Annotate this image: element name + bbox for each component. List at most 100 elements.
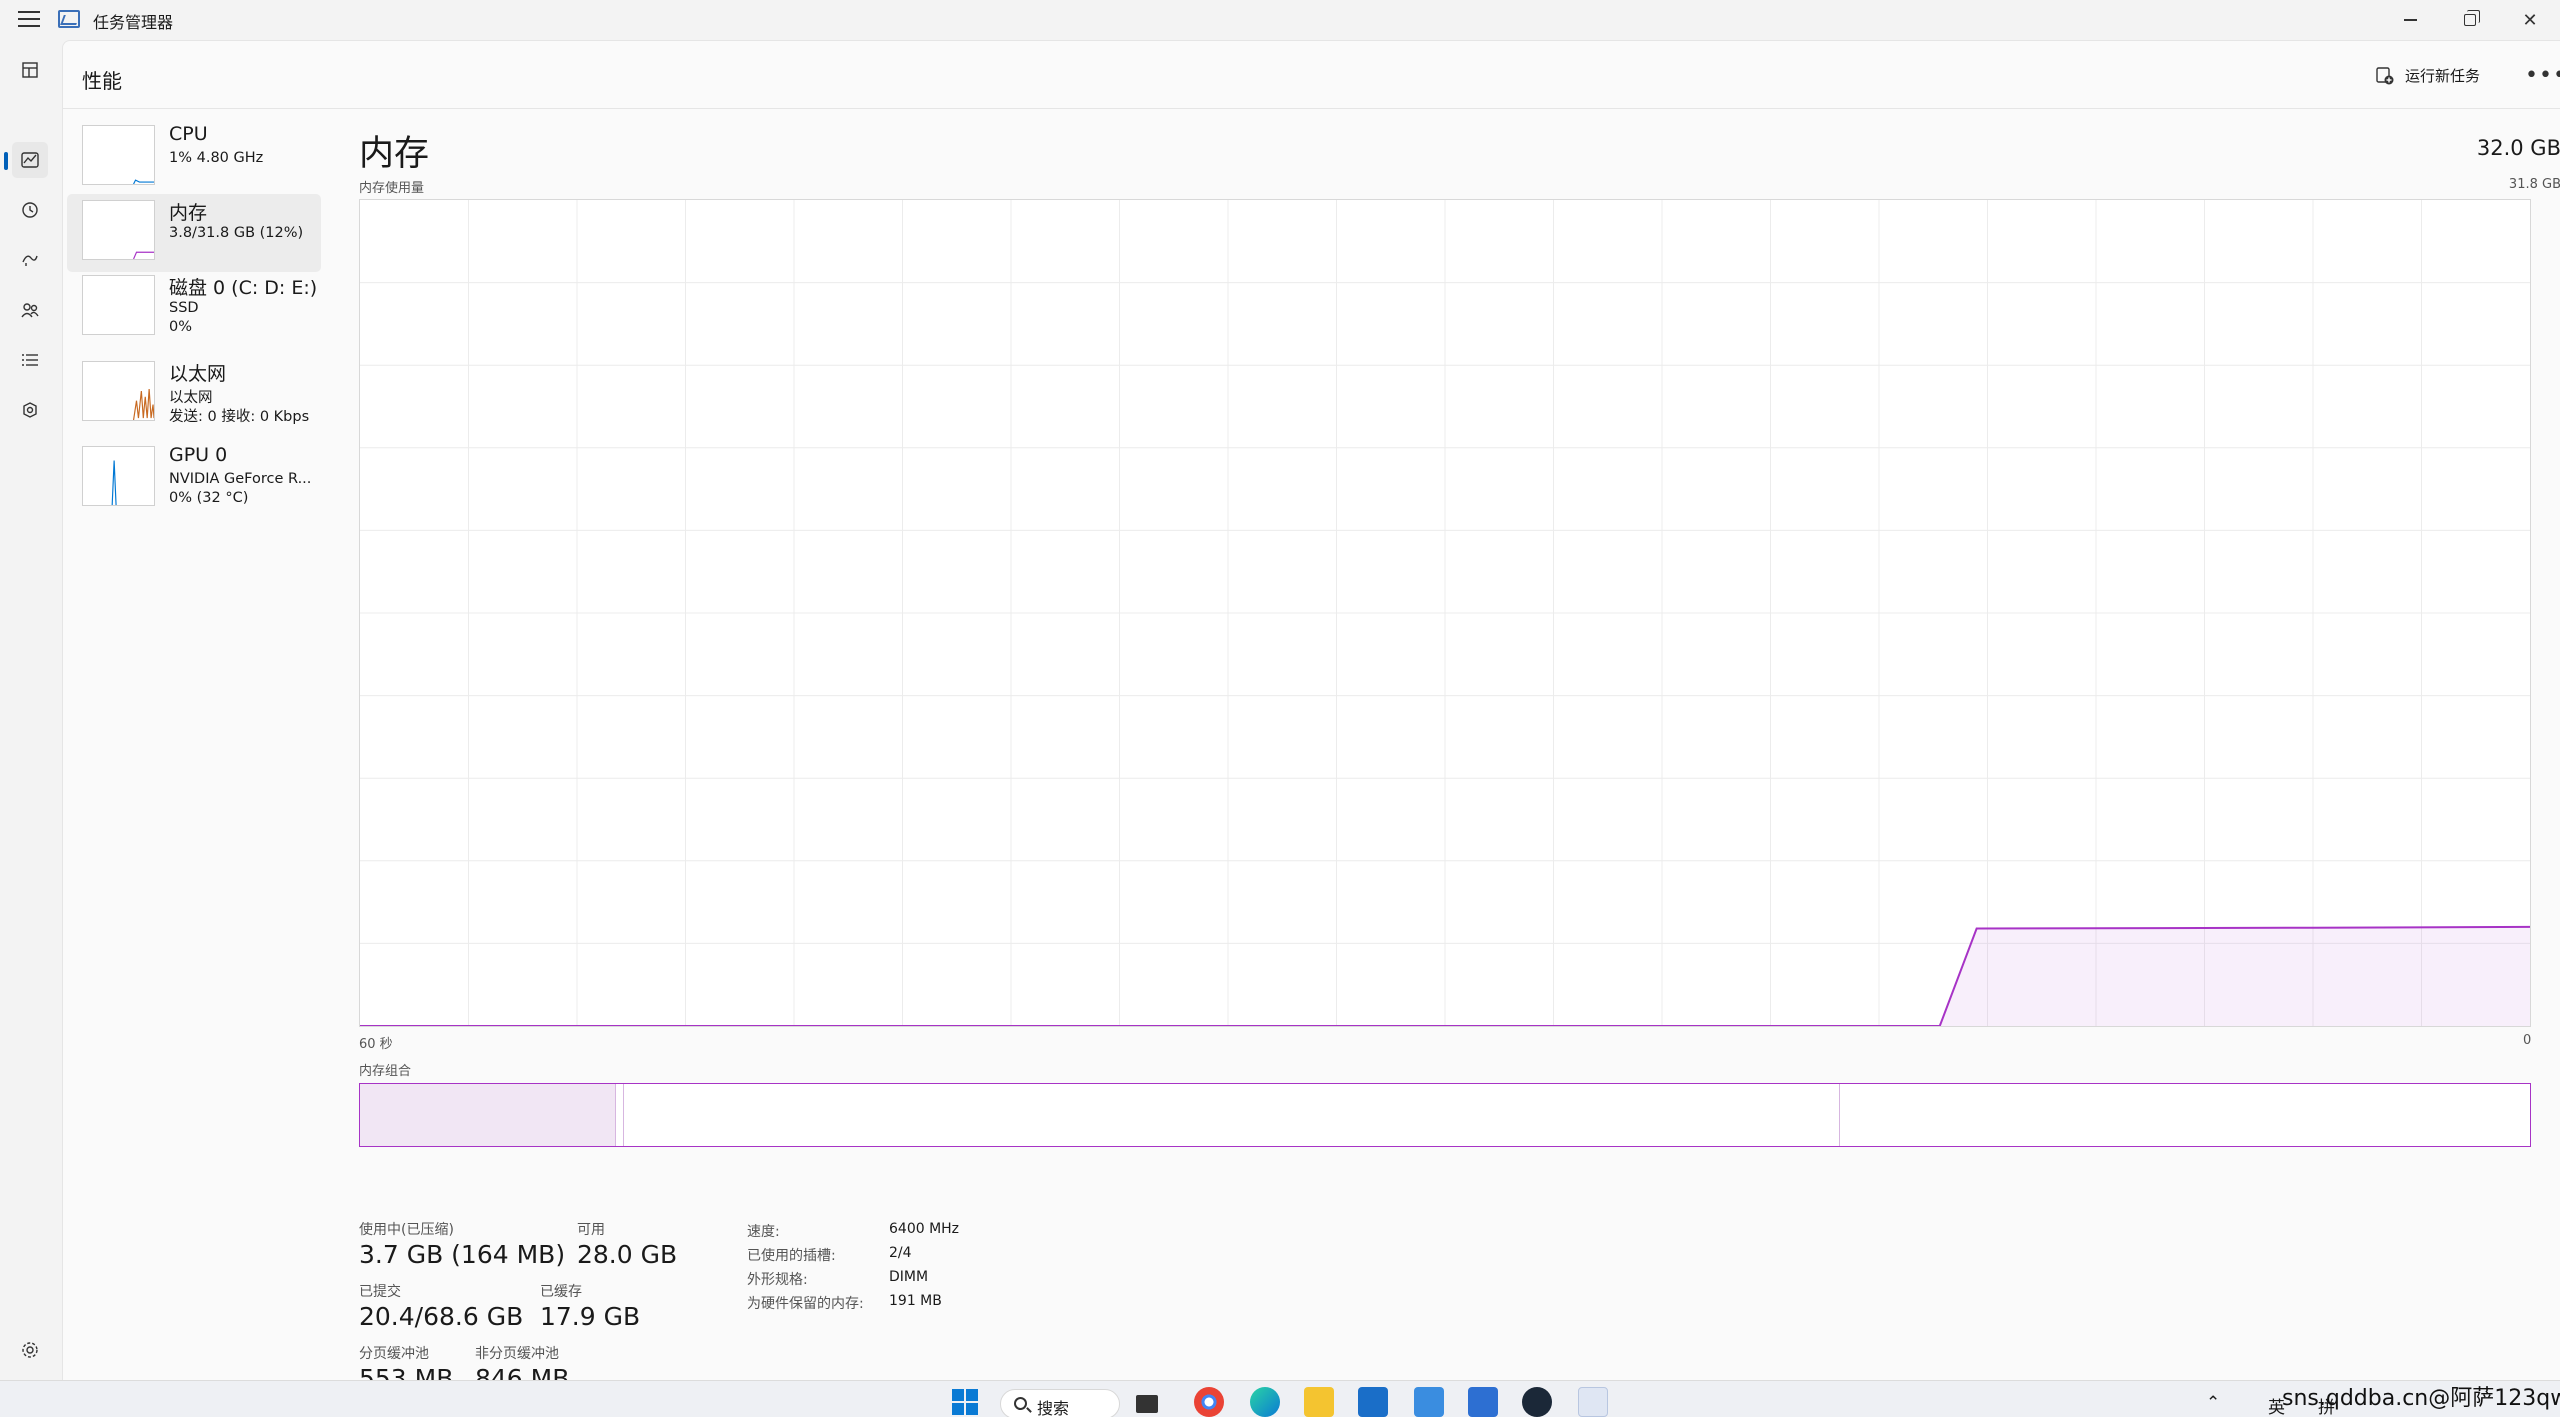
memory-thumbnail-graph xyxy=(82,200,155,260)
device-detail: 0% (32 °C) xyxy=(169,490,249,506)
close-button[interactable]: ✕ xyxy=(2500,0,2560,40)
window-title: 任务管理器 xyxy=(93,13,174,32)
page-title: 性能 xyxy=(82,69,122,93)
restore-button[interactable] xyxy=(2440,0,2500,40)
settings-icon xyxy=(22,1342,38,1358)
stat-available-label: 可用 xyxy=(577,1222,605,1238)
stat-available: 可用 28.0 GB xyxy=(577,1219,677,1269)
gpu-thumbnail-graph xyxy=(82,446,155,506)
nav-settings[interactable] xyxy=(12,1332,48,1368)
page-header: 性能 运行新任务 ••• xyxy=(63,41,2560,109)
close-icon: ✕ xyxy=(2522,9,2538,31)
stat-nonpaged-pool-label: 非分页缓冲池 xyxy=(475,1346,559,1362)
performance-icon xyxy=(21,152,39,168)
cpu-thumbnail-graph xyxy=(82,125,155,185)
device-detail: 发送: 0 接收: 0 Kbps xyxy=(169,409,310,425)
memory-composition-bar xyxy=(359,1083,2531,1147)
stat-committed-label: 已提交 xyxy=(359,1284,401,1300)
device-item-ethernet[interactable]: 以太网 以太网 发送: 0 接收: 0 Kbps xyxy=(67,355,321,433)
content-panel: 性能 运行新任务 ••• CPU 1% 4.80 GHz 内存 3.8/31.8… xyxy=(62,40,2560,1393)
chrome-icon[interactable] xyxy=(1194,1387,1224,1417)
nav-app-history[interactable] xyxy=(12,192,48,228)
windows-logo-icon xyxy=(952,1389,978,1415)
device-name: GPU 0 xyxy=(169,444,228,466)
nav-startup[interactable] xyxy=(12,241,48,277)
memory-composition-label: 内存组合 xyxy=(359,1064,412,1079)
task-manager-app-icon xyxy=(58,10,80,28)
store-icon[interactable] xyxy=(1358,1387,1388,1417)
steam-icon[interactable] xyxy=(1522,1387,1552,1417)
start-button[interactable] xyxy=(950,1387,980,1417)
stat-cached-label: 已缓存 xyxy=(540,1284,582,1300)
spec-value: DIMM xyxy=(889,1269,929,1285)
device-item-memory[interactable]: 内存 3.8/31.8 GB (12%) xyxy=(67,194,321,272)
edge-icon[interactable] xyxy=(1250,1387,1280,1417)
file-explorer-icon[interactable] xyxy=(1304,1387,1334,1417)
tray-chevron-icon[interactable]: ⌃ xyxy=(2206,1393,2220,1413)
spec-key: 速度: xyxy=(747,1224,780,1240)
memory-usage-graph-svg xyxy=(360,200,2530,1026)
device-detail: 1% 4.80 GHz xyxy=(169,150,264,166)
restore-icon xyxy=(2464,10,2480,26)
device-item-disk[interactable]: 磁盘 0 (C: D: E:) SSD 0% xyxy=(67,269,321,347)
pinned-app-icon[interactable] xyxy=(1414,1387,1444,1417)
memory-usage-max: 31.8 GB xyxy=(2508,177,2560,192)
spec-key: 已使用的插槽: xyxy=(747,1248,836,1264)
device-detail: NVIDIA GeForce R... xyxy=(169,471,312,487)
ethernet-thumbnail-graph xyxy=(82,361,155,421)
nav-users[interactable] xyxy=(12,292,48,328)
device-detail: 3.8/31.8 GB (12%) xyxy=(169,225,304,241)
nav-performance[interactable] xyxy=(12,142,48,178)
more-options-button[interactable]: ••• xyxy=(2525,63,2560,88)
memory-detail-pane: 内存 32.0 GB 内存使用量 31.8 GB 60 秒 0 内存组合 使用中… xyxy=(359,109,2560,1393)
watermark-text: sns.qddba.cn@阿萨123qwe xyxy=(2282,1386,2560,1411)
spec-key: 外形规格: xyxy=(747,1272,808,1288)
stat-committed-value: 20.4/68.6 GB xyxy=(359,1302,524,1331)
task-view-icon[interactable] xyxy=(1136,1395,1158,1413)
nav-processes[interactable] xyxy=(12,52,48,88)
device-detail: 以太网 xyxy=(169,390,213,406)
active-nav-indicator xyxy=(4,152,8,170)
taskbar-search-label: 搜索 xyxy=(1037,1399,1070,1417)
device-name: 内存 xyxy=(169,202,208,224)
pinned-app-icon[interactable] xyxy=(1468,1387,1498,1417)
run-new-task-button[interactable]: 运行新任务 xyxy=(2375,65,2480,86)
device-name: CPU xyxy=(169,123,208,145)
spec-value: 6400 MHz xyxy=(889,1221,960,1237)
title-bar: 任务管理器 ✕ xyxy=(0,0,2560,40)
nav-rail xyxy=(0,40,62,1380)
stat-in-use: 使用中(已压缩) 3.7 GB (164 MB) xyxy=(359,1219,565,1269)
stat-committed: 已提交 20.4/68.6 GB xyxy=(359,1281,523,1331)
app-history-icon xyxy=(22,202,38,218)
spec-value: 2/4 xyxy=(889,1245,912,1261)
minimize-button[interactable] xyxy=(2380,0,2440,40)
nav-services[interactable] xyxy=(12,392,48,428)
stat-in-use-label: 使用中(已压缩) xyxy=(359,1222,454,1238)
processes-icon xyxy=(22,62,38,78)
device-item-cpu[interactable]: CPU 1% 4.80 GHz xyxy=(67,119,321,197)
memory-title: 内存 xyxy=(359,134,430,174)
memory-total: 32.0 GB xyxy=(2476,136,2560,160)
graph-time-axis-left: 60 秒 xyxy=(359,1037,393,1052)
stat-paged-pool-label: 分页缓冲池 xyxy=(359,1346,429,1362)
spec-key: 为硬件保留的内存: xyxy=(747,1296,864,1312)
services-icon xyxy=(23,402,37,418)
run-new-task-label: 运行新任务 xyxy=(2405,67,2481,85)
details-icon xyxy=(22,354,38,366)
users-icon xyxy=(21,303,39,318)
disk-thumbnail-graph xyxy=(82,275,155,335)
taskbar-search[interactable]: 搜索 xyxy=(1000,1389,1120,1417)
memory-usage-label: 内存使用量 xyxy=(359,181,425,196)
task-manager-taskbar-icon[interactable] xyxy=(1578,1387,1608,1417)
device-item-gpu[interactable]: GPU 0 NVIDIA GeForce R... 0% (32 °C) xyxy=(67,440,321,518)
device-name: 以太网 xyxy=(169,363,227,385)
nav-details[interactable] xyxy=(12,342,48,378)
taskbar: 搜索 ⌃ 英 拼 xyxy=(0,1380,2560,1417)
startup-icon xyxy=(22,255,38,266)
device-detail: SSD xyxy=(169,300,199,316)
stat-cached-value: 17.9 GB xyxy=(540,1302,641,1331)
device-detail: 0% xyxy=(169,319,193,335)
minimize-icon xyxy=(2403,19,2417,21)
hamburger-menu-icon[interactable] xyxy=(18,11,40,29)
device-name: 磁盘 0 (C: D: E:) xyxy=(169,277,318,299)
